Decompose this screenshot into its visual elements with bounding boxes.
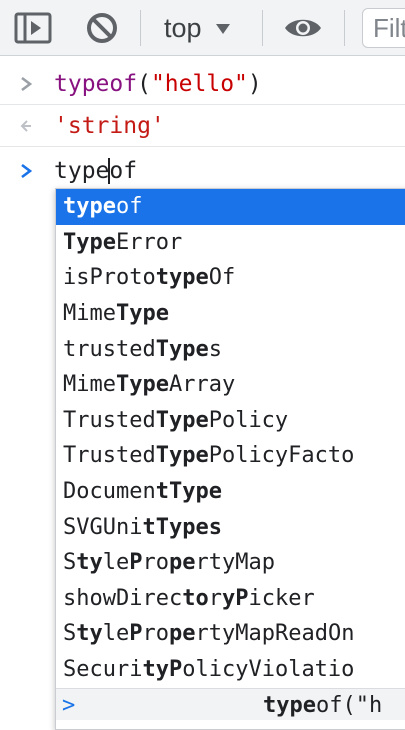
suggestion-match: type — [155, 265, 209, 291]
suggestion-match: P — [129, 621, 143, 647]
chevron-right-icon — [14, 63, 38, 105]
suggestion-suffix: Array — [168, 372, 236, 398]
suggestion-text: showDirec — [63, 585, 183, 611]
history-code-bold: type — [263, 692, 316, 718]
suggestion-text: S — [63, 621, 77, 647]
history-code-rest: of("h — [315, 692, 383, 718]
suggestion-match: tyP — [142, 657, 183, 683]
code-close-paren: ) — [247, 70, 262, 97]
live-expression-button[interactable] — [280, 0, 326, 56]
autocomplete-list: type of Type Error isProto type Of Mime Type trus… — [55, 188, 405, 730]
code-keyword: typeof — [54, 70, 138, 97]
autocomplete-item[interactable]: showDirec to r yP icker — [56, 581, 405, 617]
history-preview: > type of("h — [56, 688, 405, 720]
suggestion-suffix: Error — [115, 229, 183, 255]
eye-icon — [285, 19, 321, 37]
suggestion-text: Documen — [63, 479, 156, 505]
suggestion-match: yP — [221, 585, 249, 611]
suggestion-match: pe — [169, 550, 196, 576]
suggestion-text: le — [102, 621, 130, 647]
console-result-entry: 'string' — [0, 105, 405, 147]
toolbar-separator — [262, 10, 263, 46]
autocomplete-item[interactable]: SVGUni tTypes — [56, 509, 405, 545]
suggestion-prefix: Mime — [63, 372, 116, 398]
suggestion-match: Type — [155, 407, 209, 433]
suggestion-text: r — [208, 585, 222, 611]
suggestion-prefix: Trusted — [63, 407, 156, 433]
autocomplete-item[interactable]: Type Error — [56, 225, 405, 261]
history-code: type of("h — [263, 689, 382, 721]
autocomplete-item[interactable]: Mime Type — [56, 296, 405, 332]
suggestion-match: type — [63, 194, 116, 220]
prompt-input[interactable]: typeof — [54, 158, 137, 185]
filter-placeholder: Filter — [373, 12, 405, 43]
console-prompt[interactable]: typeof — [0, 150, 405, 192]
suggestion-suffix: Policy — [208, 407, 289, 433]
autocomplete-item[interactable]: Securi tyP olicyViolatio — [56, 652, 405, 688]
autocomplete-item[interactable]: Sty le Pro pe rtyMap — [56, 545, 405, 581]
suggestion-text: SVGUni — [63, 514, 143, 540]
autocomplete-item[interactable]: isProto type Of — [56, 260, 405, 296]
autocomplete-item[interactable]: Trusted Type Policy — [56, 403, 405, 439]
suggestion-text: S — [63, 550, 77, 576]
suggestion-text: le — [102, 550, 130, 576]
suggestion-suffix: PolicyFacto — [208, 443, 355, 469]
filter-input[interactable]: Filter — [362, 8, 405, 48]
suggestion-prefix: Trusted — [63, 443, 156, 469]
suggestion-suffix: of — [115, 194, 143, 220]
suggestion-text: Securi — [63, 657, 143, 683]
suggestion-suffix: s — [208, 336, 222, 362]
code-open-paren: ( — [137, 70, 151, 97]
clear-console-button[interactable] — [80, 0, 124, 56]
suggestion-text: olicyViolatio — [182, 657, 355, 683]
suggestion-match: Type — [115, 372, 169, 398]
suggestion-text: rtyMapReadOn — [195, 621, 355, 647]
console-result-value: 'string' — [54, 112, 165, 139]
sidebar-toggle-icon — [14, 12, 52, 44]
suggestion-match: Type — [63, 229, 116, 255]
prompt-text-before-cursor: type — [54, 157, 110, 184]
suggestion-suffix: Of — [208, 265, 236, 291]
autocomplete-item[interactable]: type of — [56, 189, 405, 225]
suggestion-match: tType — [155, 479, 222, 505]
suggestion-match: ty — [76, 550, 103, 576]
console-input-code[interactable]: typeof("hello") — [54, 71, 262, 97]
autocomplete-item[interactable]: trusted Type s — [56, 331, 405, 367]
history-prompt-icon: > — [62, 692, 76, 718]
suggestion-prefix: Mime — [63, 301, 116, 327]
suggestion-match: tTypes — [142, 514, 222, 540]
context-label: top — [164, 12, 202, 43]
suggestion-prefix: trusted — [63, 336, 156, 362]
caret-down-icon — [215, 24, 230, 34]
suggestion-match: Type — [155, 443, 209, 469]
result-arrow-icon — [14, 105, 38, 147]
suggestion-text: ro — [142, 550, 170, 576]
autocomplete-item[interactable]: Mime Type Array — [56, 367, 405, 403]
suggestion-match: pe — [169, 621, 196, 647]
suggestion-match: ty — [76, 621, 103, 647]
toolbar-separator — [344, 10, 345, 46]
console-input-entry: typeof("hello") — [0, 63, 405, 105]
suggestion-text: rtyMap — [195, 550, 275, 576]
prompt-chevron-icon — [14, 150, 38, 192]
suggestion-match: Type — [155, 336, 209, 362]
autocomplete-item[interactable]: Documen tType — [56, 474, 405, 510]
clear-console-icon — [87, 13, 117, 43]
code-string: "hello" — [150, 70, 248, 97]
suggestion-text: ro — [142, 621, 170, 647]
autocomplete-item[interactable]: Sty le Pro pe rtyMapReadOn — [56, 616, 405, 652]
suggestion-match: P — [129, 550, 143, 576]
toolbar-separator — [140, 10, 141, 46]
prompt-text-after-cursor: of — [109, 157, 138, 184]
context-selector[interactable]: top — [148, 0, 252, 56]
sidebar-toggle-button[interactable] — [10, 0, 56, 56]
console-toolbar: top Filter — [0, 0, 405, 56]
suggestion-prefix: isProto — [63, 265, 156, 291]
suggestion-match: to — [182, 585, 209, 611]
suggestion-text: icker — [248, 585, 315, 611]
suggestion-match: Type — [115, 301, 169, 327]
autocomplete-item[interactable]: Trusted Type PolicyFacto — [56, 438, 405, 474]
